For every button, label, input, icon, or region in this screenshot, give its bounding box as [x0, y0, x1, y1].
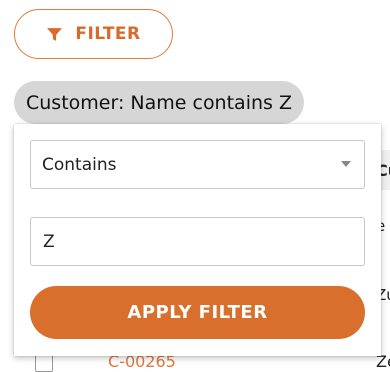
filter-button[interactable]: FILTER	[14, 9, 173, 59]
filter-value-input[interactable]	[30, 217, 365, 266]
active-filter-chip-label: Customer: Name contains Z	[26, 91, 292, 114]
row-checkbox[interactable]	[35, 354, 53, 372]
chevron-down-icon	[341, 161, 351, 167]
active-filter-chip[interactable]: Customer: Name contains Z	[14, 81, 304, 124]
apply-filter-button[interactable]: APPLY FILTER	[30, 286, 365, 339]
filter-icon	[46, 26, 63, 43]
filter-popup: Contains APPLY FILTER	[14, 124, 381, 356]
filter-button-label: FILTER	[75, 24, 141, 44]
apply-filter-label: APPLY FILTER	[127, 302, 268, 323]
operator-select-value: Contains	[42, 154, 117, 175]
operator-select[interactable]: Contains	[30, 140, 365, 189]
